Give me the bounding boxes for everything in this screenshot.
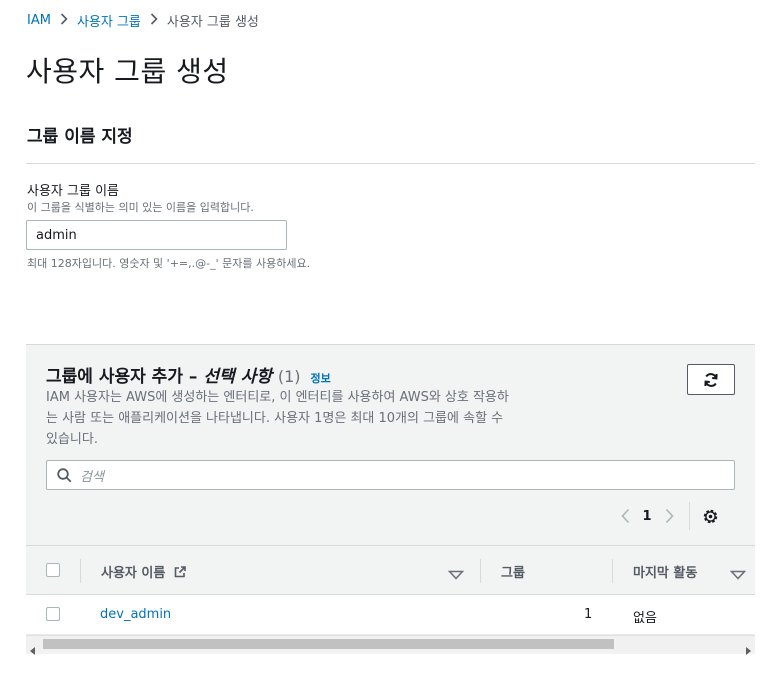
chevron-right-icon bbox=[150, 13, 158, 28]
group-name-hint: 최대 128자입니다. 영숫자 및 '+=,.@-_' 문자를 사용하세요. bbox=[27, 257, 311, 270]
scroll-right-icon[interactable] bbox=[745, 640, 751, 659]
search-placeholder: 검색 bbox=[80, 469, 104, 485]
column-separator bbox=[612, 559, 613, 583]
refresh-button[interactable] bbox=[687, 364, 735, 395]
chevron-right-icon bbox=[60, 13, 68, 28]
section-divider bbox=[26, 163, 755, 164]
group-name-input[interactable] bbox=[26, 220, 287, 250]
column-separator bbox=[80, 559, 81, 583]
external-link-icon bbox=[174, 566, 186, 578]
panel-title-optional: 선택 사항 bbox=[203, 367, 272, 387]
row-checkbox[interactable] bbox=[46, 607, 60, 621]
table-header: 사용자 이름 그룹 마지막 활동 bbox=[26, 545, 755, 595]
refresh-icon bbox=[704, 372, 718, 387]
breadcrumb-user-groups[interactable]: 사용자 그룹 bbox=[77, 11, 141, 30]
sort-down-icon[interactable] bbox=[729, 565, 747, 584]
group-count: 1 bbox=[584, 607, 593, 622]
panel-description: IAM 사용자는 AWS에 생성하는 엔터티로, 이 엔터티를 사용하여 AWS… bbox=[46, 390, 509, 447]
panel-header: 그룹에 사용자 추가 – 선택 사항 (1) 정보 bbox=[46, 362, 331, 387]
page-title: 사용자 그룹 생성 bbox=[26, 55, 229, 88]
gear-icon bbox=[703, 509, 718, 523]
panel-title: 그룹에 사용자 추가 – bbox=[46, 367, 198, 387]
group-name-description: 이 그룹을 식별하는 의미 있는 이름을 입력합니다. bbox=[27, 201, 254, 214]
search-icon bbox=[57, 467, 72, 482]
pager-divider bbox=[689, 502, 690, 530]
search-input[interactable]: 검색 bbox=[46, 460, 735, 490]
sort-down-icon[interactable] bbox=[447, 565, 465, 584]
breadcrumb-current: 사용자 그룹 생성 bbox=[166, 15, 259, 30]
select-all-checkbox[interactable] bbox=[46, 563, 60, 577]
group-name-label: 사용자 그룹 이름 bbox=[27, 184, 119, 199]
breadcrumb-iam[interactable]: IAM bbox=[27, 13, 51, 28]
chevron-right-icon[interactable] bbox=[655, 508, 683, 524]
column-header-username-label: 사용자 이름 bbox=[101, 566, 166, 581]
table-row: dev_admin 1 없음 bbox=[26, 595, 755, 635]
column-header-groups[interactable]: 그룹 bbox=[501, 562, 525, 581]
chevron-left-icon[interactable] bbox=[611, 508, 639, 524]
column-separator bbox=[480, 559, 481, 583]
user-count: (1) bbox=[277, 367, 301, 386]
breadcrumb: IAM 사용자 그룹 사용자 그룹 생성 bbox=[27, 11, 259, 30]
column-header-username[interactable]: 사용자 이름 bbox=[101, 562, 187, 581]
settings-button[interactable] bbox=[702, 508, 719, 525]
section-title-group-name: 그룹 이름 지정 bbox=[27, 127, 133, 147]
username-link[interactable]: dev_admin bbox=[100, 607, 171, 622]
last-activity: 없음 bbox=[633, 611, 657, 626]
pagination: 1 bbox=[611, 500, 719, 532]
scrollbar-thumb[interactable] bbox=[43, 639, 614, 649]
column-header-last-activity[interactable]: 마지막 활동 bbox=[633, 562, 697, 581]
horizontal-scrollbar[interactable] bbox=[26, 635, 755, 655]
add-users-panel: 그룹에 사용자 추가 – 선택 사항 (1) 정보 IAM 사용자는 AWS에 … bbox=[26, 344, 755, 655]
info-link[interactable]: 정보 bbox=[311, 370, 331, 386]
page-number[interactable]: 1 bbox=[639, 509, 655, 524]
scroll-left-icon[interactable] bbox=[30, 640, 36, 659]
